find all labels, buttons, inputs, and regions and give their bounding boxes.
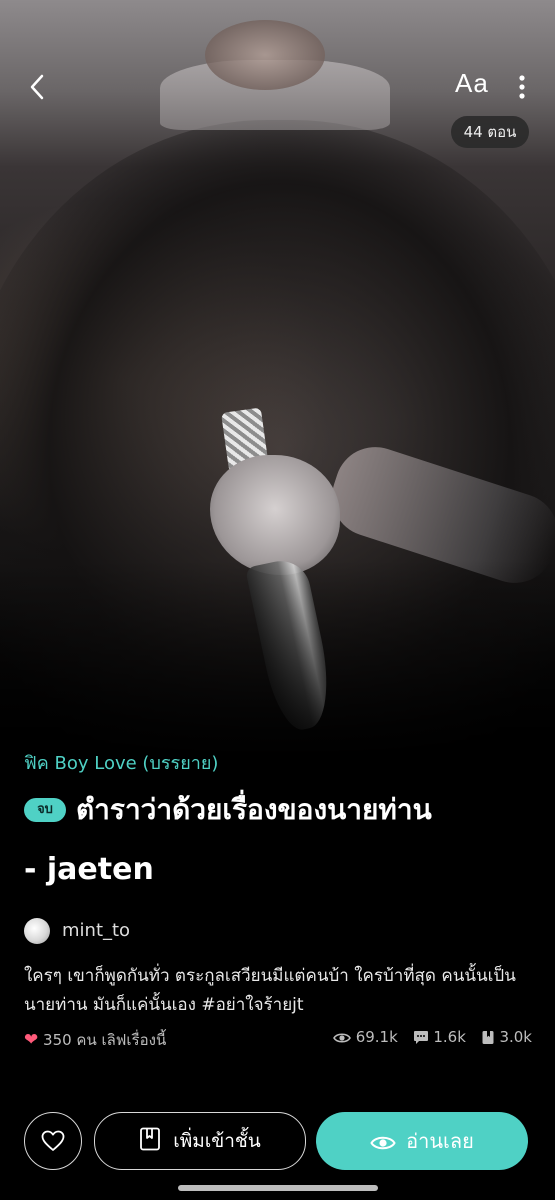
heart-icon: ❤ <box>24 1030 39 1050</box>
views-stat: 69.1k <box>332 1028 403 1046</box>
read-now-button[interactable]: อ่านเลย <box>316 1112 528 1170</box>
read-now-label: อ่านเลย <box>406 1129 474 1153</box>
completed-badge: จบ <box>24 798 66 822</box>
font-size-button[interactable]: Aa <box>455 68 499 106</box>
top-bar: Aa <box>0 60 555 120</box>
likes-text: 350 คน เลิฟเรื่องนี้ <box>43 1031 167 1049</box>
saves-count: 3.0k <box>499 1028 532 1046</box>
genre-link[interactable]: ฟิค Boy Love (บรรยาย) <box>24 748 218 777</box>
episode-count-badge: 44 ตอน <box>451 116 529 148</box>
likes-stat: ❤ 350 คน เลิฟเรื่องนี้ <box>24 1028 166 1052</box>
stats-row: ❤ 350 คน เลิฟเรื่องนี้ 69.1k 1.6k 3.0k <box>24 1028 532 1052</box>
story-description: ใครๆ เขาก็พูดกันทั่ว ตระกูลเสวียนมีแต่คน… <box>24 966 516 1015</box>
home-indicator[interactable] <box>178 1185 378 1191</box>
story-title-line-2: - jaeten <box>24 852 154 887</box>
eye-icon <box>370 1136 396 1150</box>
heart-outline-icon <box>41 1130 65 1151</box>
comment-icon <box>413 1031 428 1044</box>
eye-icon <box>332 1033 351 1043</box>
comments-stat: 1.6k <box>413 1028 471 1046</box>
font-size-icon: Aa <box>455 68 489 98</box>
bookmark-icon <box>482 1031 494 1044</box>
back-chevron-icon <box>30 74 44 100</box>
saves-stat: 3.0k <box>481 1028 532 1046</box>
more-options-button[interactable] <box>510 70 534 104</box>
engagement-stats: 69.1k 1.6k 3.0k <box>323 1028 532 1046</box>
cover-fade <box>0 560 555 760</box>
author-name: mint_to <box>62 920 131 941</box>
comments-count: 1.6k <box>433 1028 466 1046</box>
add-to-shelf-button[interactable]: เพิ่มเข้าชั้น <box>94 1112 306 1170</box>
back-button[interactable] <box>22 70 56 104</box>
avatar <box>24 918 50 944</box>
book-icon <box>140 1127 161 1151</box>
add-to-shelf-label: เพิ่มเข้าชั้น <box>173 1130 261 1152</box>
story-title: ตำราว่าด้วยเรื่องของนายท่าน <box>76 793 432 826</box>
more-vertical-icon <box>519 75 525 99</box>
favorite-button[interactable] <box>24 1112 82 1170</box>
views-count: 69.1k <box>355 1028 398 1046</box>
